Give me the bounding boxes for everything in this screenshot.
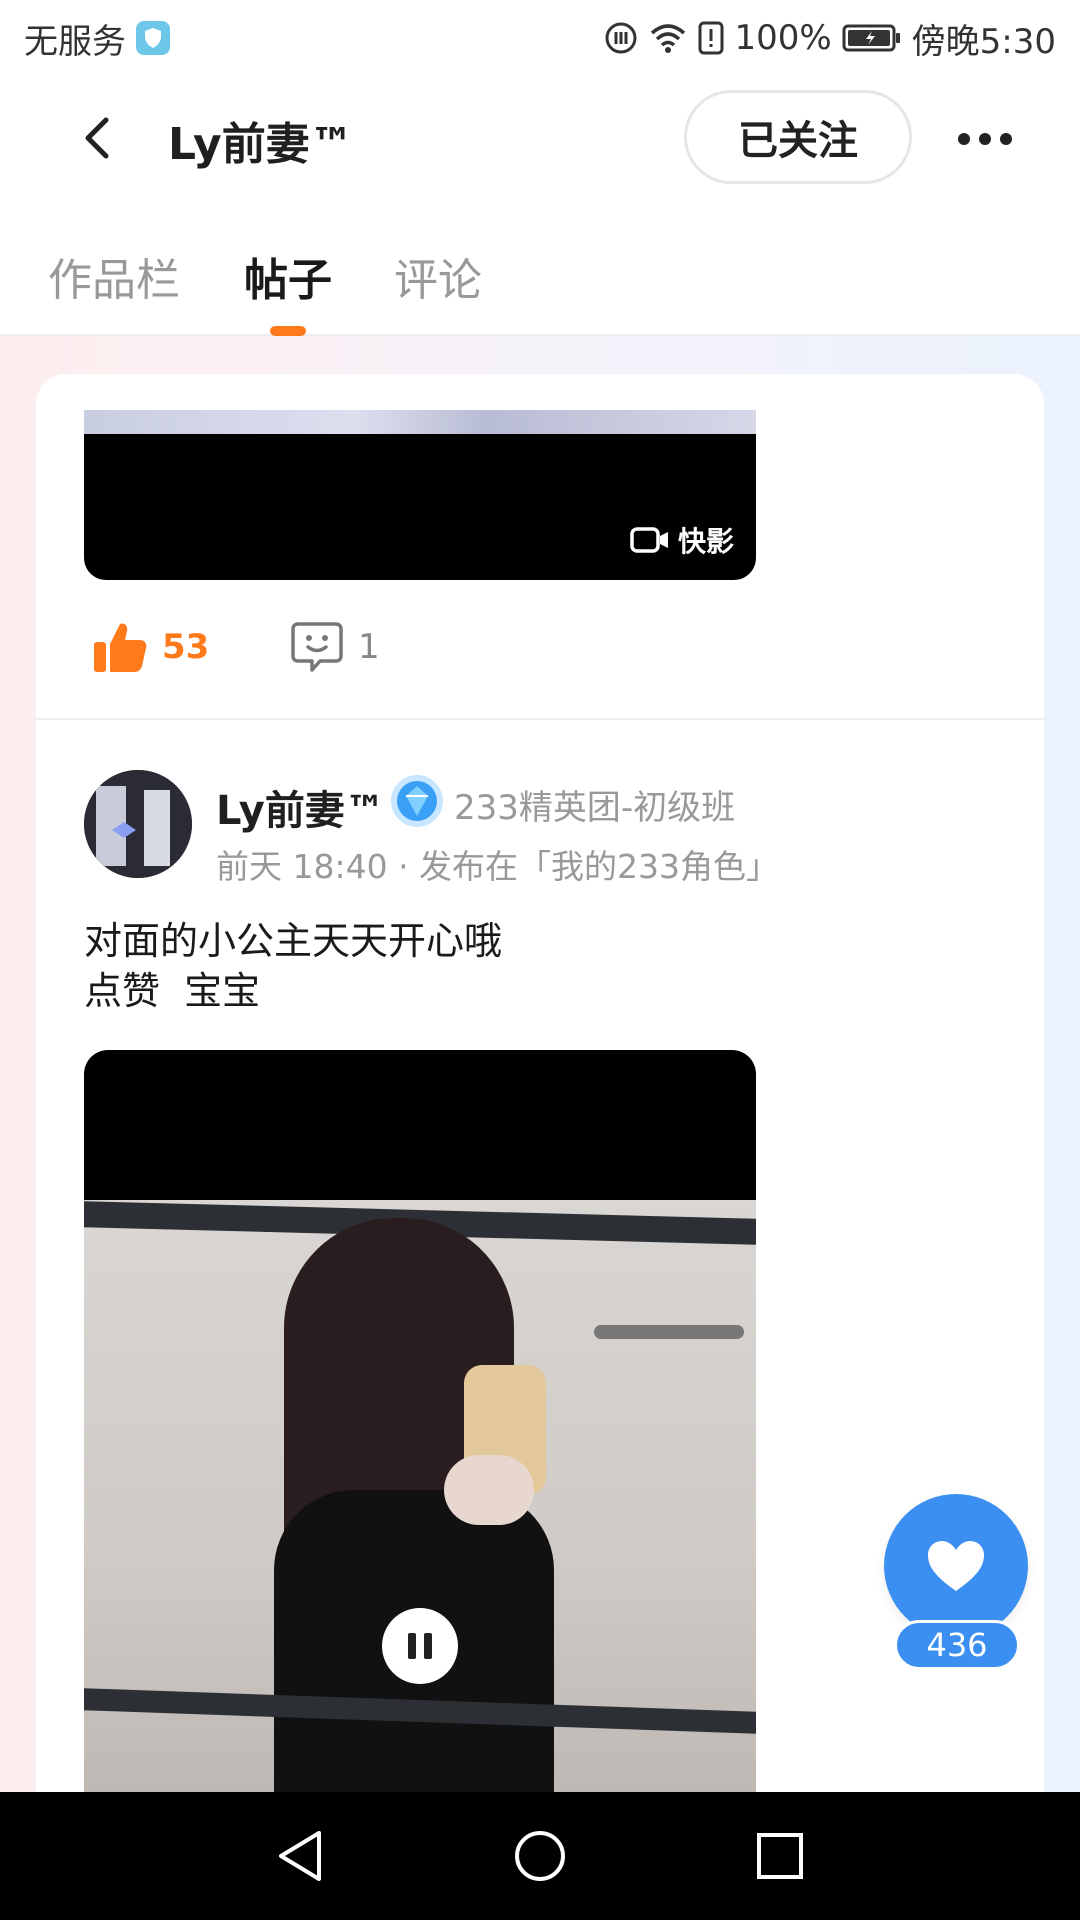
more-horizontal-icon: [958, 133, 970, 145]
chevron-left-icon: [85, 117, 109, 159]
like-count: 53: [162, 627, 210, 667]
badge-gem-icon: [388, 772, 446, 830]
floating-like-button[interactable]: [884, 1494, 1028, 1638]
clock-time: 傍晚5:30: [911, 21, 1056, 62]
nav-back-button[interactable]: [270, 1826, 330, 1886]
nav-home-button[interactable]: [510, 1826, 570, 1886]
pause-button[interactable]: [382, 1608, 458, 1684]
wall-hooks: [594, 1325, 744, 1339]
profile-tabs: 作品栏 帖子 评论: [0, 200, 1080, 336]
page-title: Ly前妻™: [168, 119, 354, 170]
avatar[interactable]: [84, 770, 192, 878]
top-header: Ly前妻™ 已关注: [0, 76, 1080, 200]
more-button[interactable]: [950, 114, 1020, 164]
system-nav-bar: [0, 1792, 1080, 1920]
battery-icon: [842, 23, 902, 53]
tab-comments[interactable]: 评论: [394, 244, 482, 308]
square-recents-icon: [757, 1833, 803, 1879]
post-divider: [36, 718, 1044, 720]
heart-icon: [928, 1541, 984, 1591]
carrier-text: 无服务: [24, 21, 126, 62]
post-video[interactable]: [84, 1050, 756, 1792]
circle-home-icon: [515, 1831, 565, 1881]
thumbs-up-icon: [94, 623, 147, 672]
floating-like-count: 436: [894, 1620, 1020, 1670]
video-frame: [84, 1200, 756, 1792]
author-badge-label: 233精英团-初级班: [454, 788, 736, 828]
post-body-line: 对面的小公主天天开心哦: [84, 919, 503, 963]
comment-smile-icon: [291, 622, 343, 672]
shield-icon: [136, 21, 170, 55]
status-right: 100% 傍晚5:30: [604, 14, 1056, 63]
wifi-icon: [648, 21, 688, 55]
tab-works[interactable]: 作品栏: [48, 244, 180, 308]
watermark-text: 快影: [677, 525, 734, 558]
post-body: 对面的小公主天天开心哦 点赞 宝宝: [84, 916, 502, 1016]
post-body-line: 点赞 宝宝: [84, 969, 261, 1013]
comment-count: 1: [358, 627, 380, 667]
triangle-back-icon: [279, 1831, 321, 1881]
follow-button[interactable]: 已关注: [684, 90, 912, 184]
nfc-icon: [604, 21, 638, 55]
status-left: 无服务: [24, 14, 170, 63]
post-author-name[interactable]: Ly前妻™: [216, 778, 385, 836]
tab-posts[interactable]: 帖子: [244, 244, 332, 308]
kuaiying-watermark: 快影: [630, 520, 734, 560]
previous-post-actions: 53 1: [84, 616, 984, 686]
post-meta: 前天 18:40 · 发布在「我的233角色」: [216, 847, 780, 886]
previous-post-video[interactable]: 快影: [84, 410, 756, 580]
sim-alert-icon: [698, 21, 724, 55]
video-camera-icon: [630, 527, 668, 553]
active-tab-indicator: [270, 326, 306, 336]
comment-button[interactable]: 1: [290, 620, 380, 674]
video-preview-strip: [84, 410, 756, 434]
back-button[interactable]: [72, 112, 122, 164]
nav-recents-button[interactable]: [750, 1826, 810, 1886]
status-bar: 无服务 100% 傍晚5:30: [0, 0, 1080, 76]
battery-percent: 100%: [734, 18, 832, 58]
like-button[interactable]: 53: [92, 620, 209, 674]
pause-icon: [408, 1633, 416, 1659]
